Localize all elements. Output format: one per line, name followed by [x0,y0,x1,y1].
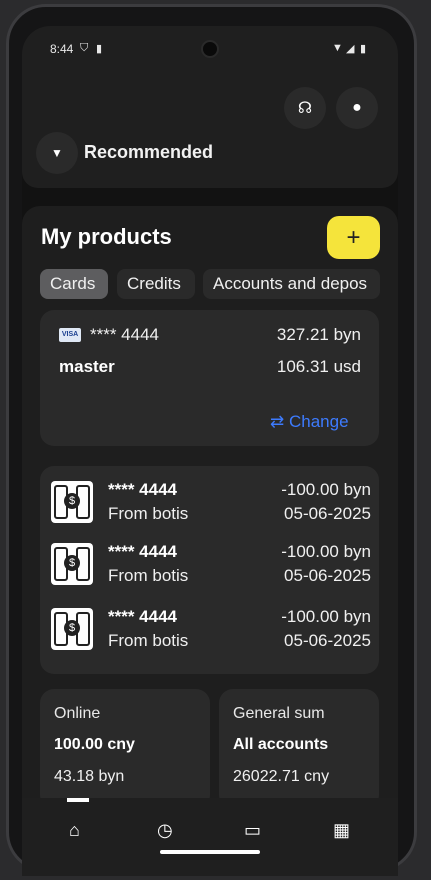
transaction-description: From botis [108,631,189,650]
status-bar: 8:44 ⛉ ▮ ▼ ◢ ▮ [22,26,398,72]
front-camera [201,40,219,58]
person-icon: ● [352,99,362,116]
swap-icon: ⇄ [270,412,285,431]
plus-icon: + [346,223,361,251]
transfer-icon: $ [51,608,93,650]
transaction-amount: -100.00 byn [281,607,371,626]
transaction-card: **** 4444 [108,542,178,561]
status-time: 8:44 [50,42,74,56]
support-button[interactable]: ☊ [284,87,326,129]
transaction-description: From botis [108,566,189,585]
chevron-down-icon: ▼ [51,146,63,160]
transaction-description: From botis [108,504,189,523]
shield-icon: ⛉ [80,42,89,54]
summary-value-bold: All accounts [233,736,329,753]
active-indicator [67,798,89,802]
wifi-icon: ▼ [332,42,343,54]
summary-value: 26022.71 cny [233,768,330,785]
gesture-bar [160,850,260,854]
sd-card-icon: ▮ [96,43,103,55]
transfer-icon: $ [51,481,93,523]
card-number: **** 4444 [90,325,160,344]
tab-credits[interactable]: Credits [117,269,195,299]
battery-icon: ▮ [360,43,367,55]
card-name: master [59,357,115,376]
headset-icon: ☊ [297,100,313,117]
profile-button[interactable]: ● [336,87,378,129]
summary-label: Online [54,705,101,722]
recommended-toggle[interactable]: ▼ [36,132,78,174]
tab-cards[interactable]: Cards [40,269,108,299]
signal-icon: ◢ [346,43,355,55]
transaction-date: 05-06-2025 [284,566,371,585]
recommended-label[interactable]: Recommended [84,142,213,163]
card-balance-primary: 327.21 byn [276,325,361,344]
bottom-navigation: ⌂ ◷ ▭ ▦ [22,798,398,876]
summary-label: General sum [233,705,325,722]
change-button[interactable]: ⇄ Change [270,412,349,432]
screen: 8:44 ⛉ ▮ ▼ ◢ ▮ ☊ ● ▼ Recommended My prod… [22,26,398,876]
app-header: ☊ ● [22,72,398,188]
dashboard-icon[interactable]: ▦ [333,820,350,841]
transaction-amount: -100.00 byn [281,542,371,561]
transaction-card: **** 4444 [108,480,178,499]
transfer-icon: $ [51,543,93,585]
transaction-amount: -100.00 byn [281,480,371,499]
card-balance-secondary: 106.31 usd [276,357,361,376]
home-icon[interactable]: ⌂ [69,820,80,841]
visa-icon: VISA [59,328,81,342]
tab-accounts-deposits[interactable]: Accounts and depos [203,269,380,299]
change-label: Change [288,412,349,431]
summary-value: 43.18 byn [54,768,125,785]
transaction-date: 05-06-2025 [284,504,371,523]
summary-value-bold: 100.00 cny [54,736,135,753]
add-product-button[interactable]: + [327,216,380,259]
card-icon[interactable]: ▭ [244,820,261,841]
transaction-date: 05-06-2025 [284,631,371,650]
clock-icon[interactable]: ◷ [157,820,173,841]
page-title: My products [41,224,172,249]
transaction-card: **** 4444 [108,607,178,626]
